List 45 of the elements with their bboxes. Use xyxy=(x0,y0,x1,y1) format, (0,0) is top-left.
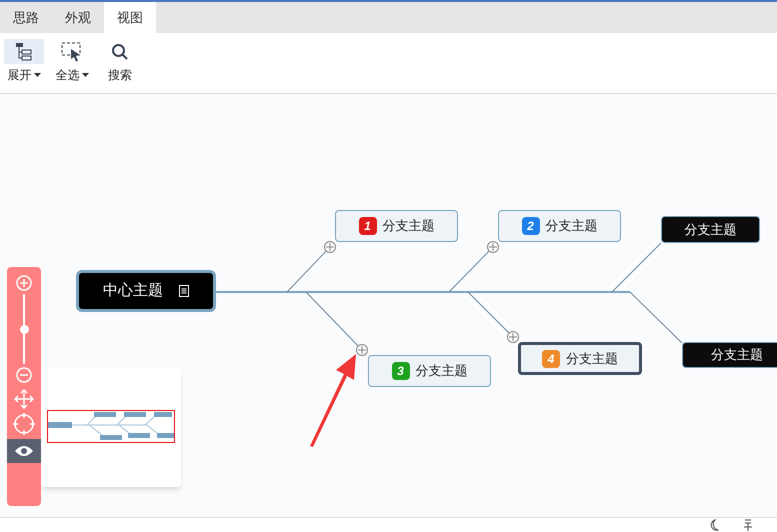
priority-marker: 2 xyxy=(522,217,540,235)
toolbar-button[interactable]: 全选 xyxy=(50,39,94,85)
slider-thumb[interactable] xyxy=(20,324,28,334)
branch-topic[interactable]: 2 分支主题 xyxy=(498,210,621,242)
topic-label: 分支主题 xyxy=(711,346,763,364)
topic-label: 中心主题 xyxy=(103,280,163,301)
zoom-slider[interactable] xyxy=(19,294,29,364)
zoom-out-icon[interactable] xyxy=(16,367,32,383)
note-icon xyxy=(179,285,189,297)
expand-icon[interactable] xyxy=(507,331,519,343)
outline-icon xyxy=(14,42,34,62)
expand-icon[interactable] xyxy=(356,344,368,356)
tab[interactable]: 外观 xyxy=(52,2,104,33)
toolbar-button[interactable]: 展开 xyxy=(2,39,46,85)
button-label: 搜索 xyxy=(108,67,132,84)
topic-label: 分支主题 xyxy=(416,362,468,380)
toolbar-button[interactable]: 搜索 xyxy=(98,39,142,85)
priority-marker: 3 xyxy=(392,362,410,380)
moon-icon[interactable] xyxy=(709,519,719,531)
branch-topic[interactable]: 3 分支主题 xyxy=(368,355,491,387)
branch-line xyxy=(611,242,662,293)
expand-icon[interactable] xyxy=(324,241,336,253)
selection-icon xyxy=(61,42,83,62)
branch-topic[interactable]: 分支主题 xyxy=(682,342,777,368)
central-topic[interactable]: 中心主题 xyxy=(76,270,216,312)
button-label: 展开 xyxy=(8,67,32,84)
topic-label: 分支主题 xyxy=(382,217,434,236)
branch-line xyxy=(629,291,683,344)
search-icon xyxy=(111,42,129,60)
move-icon[interactable] xyxy=(14,389,34,409)
topic-label: 分支主题 xyxy=(684,220,736,239)
branch-topic[interactable]: 分支主题 xyxy=(661,216,760,243)
zoom-in-icon[interactable] xyxy=(16,275,32,291)
tab[interactable]: 思路 xyxy=(0,2,52,33)
eye-icon xyxy=(14,445,34,457)
preview-toggle[interactable] xyxy=(7,439,41,463)
topic-label: 分支主题 xyxy=(546,217,598,236)
branch-topic[interactable]: 4 分支主题 xyxy=(518,342,642,375)
tab[interactable]: 视图 xyxy=(104,2,156,33)
priority-marker: 4 xyxy=(542,350,560,368)
topic-label: 分支主题 xyxy=(566,350,618,368)
priority-marker: 1 xyxy=(358,217,376,235)
button-label: 全选 xyxy=(56,67,80,84)
branch-topic[interactable]: 1 分支主题 xyxy=(335,210,458,242)
expand-icon[interactable] xyxy=(487,241,499,253)
